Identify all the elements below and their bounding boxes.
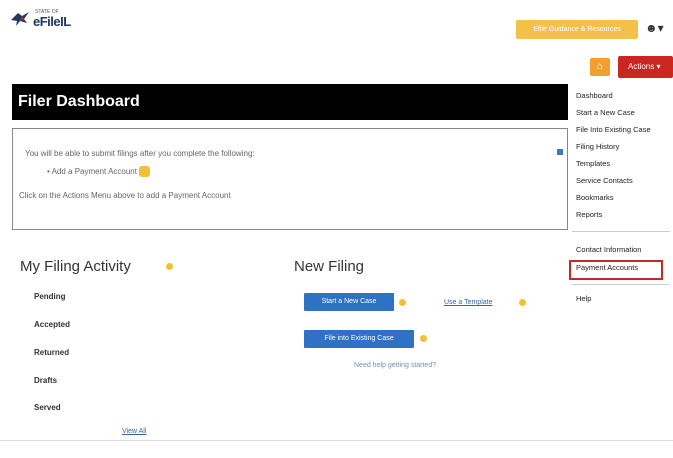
info-marker-icon	[557, 149, 563, 155]
top-bar: STATE OF eFileIL Efile Guidance & Resour…	[0, 0, 673, 56]
home-icon[interactable]: ⌂	[590, 58, 610, 76]
efile-guidance-button[interactable]: Efile Guidance & Resources	[516, 20, 638, 39]
help-badge-icon[interactable]	[138, 166, 150, 177]
start-new-case-button[interactable]: Start a New Case	[304, 293, 394, 311]
logo-title: eFileIL	[33, 14, 71, 29]
view-all-link[interactable]: View All	[122, 428, 146, 435]
logo[interactable]: STATE OF eFileIL	[10, 10, 71, 40]
status-pending[interactable]: Pending	[34, 292, 66, 301]
menu-divider	[572, 284, 670, 285]
menu-item-help[interactable]: Help	[576, 294, 591, 303]
use-template-link[interactable]: Use a Template	[444, 299, 493, 306]
status-accepted[interactable]: Accepted	[34, 320, 70, 329]
status-returned[interactable]: Returned	[34, 348, 69, 357]
template-help-icon[interactable]	[519, 299, 526, 306]
payment-accounts-highlight	[569, 260, 663, 280]
actions-dropdown-menu: Dashboard Start a New Case File Into Exi…	[568, 86, 673, 316]
menu-item-dashboard[interactable]: Dashboard	[576, 91, 613, 100]
file-existing-help-icon[interactable]	[420, 335, 427, 342]
menu-item-start-new-case[interactable]: Start a New Case	[576, 108, 635, 117]
status-drafts[interactable]: Drafts	[34, 376, 57, 385]
notice-item-text: • Add a Payment Account	[47, 167, 137, 176]
notice-panel: You will be able to submit filings after…	[12, 128, 568, 230]
start-case-help-icon[interactable]	[399, 299, 406, 306]
filing-activity-help-icon[interactable]	[166, 263, 173, 270]
eagle-logo-icon	[11, 12, 29, 26]
menu-item-bookmarks[interactable]: Bookmarks	[576, 193, 614, 202]
actions-menu-button[interactable]: Actions ▾	[618, 56, 673, 78]
menu-item-filing-history[interactable]: Filing History	[576, 142, 619, 151]
menu-item-reports[interactable]: Reports	[576, 210, 602, 219]
divider	[0, 440, 673, 441]
menu-item-service-contacts[interactable]: Service Contacts	[576, 176, 633, 185]
menu-item-contact-information[interactable]: Contact Information	[576, 245, 641, 254]
filing-activity-title: My Filing Activity	[20, 258, 131, 275]
notice-line-1: You will be able to submit filings after…	[25, 149, 255, 158]
notice-line-3: Click on the Actions Menu above to add a…	[19, 191, 231, 200]
menu-item-templates[interactable]: Templates	[576, 159, 610, 168]
file-existing-case-button[interactable]: File into Existing Case	[304, 330, 414, 348]
user-icon[interactable]: ☻▾	[645, 21, 664, 35]
menu-divider	[572, 231, 670, 232]
page-title: Filer Dashboard	[12, 84, 568, 120]
menu-item-file-existing[interactable]: File Into Existing Case	[576, 125, 651, 134]
getting-started-link[interactable]: Need help getting started?	[354, 362, 436, 369]
status-served[interactable]: Served	[34, 403, 61, 412]
notice-item: • Add a Payment Account	[47, 166, 150, 177]
new-filing-title: New Filing	[294, 258, 365, 275]
